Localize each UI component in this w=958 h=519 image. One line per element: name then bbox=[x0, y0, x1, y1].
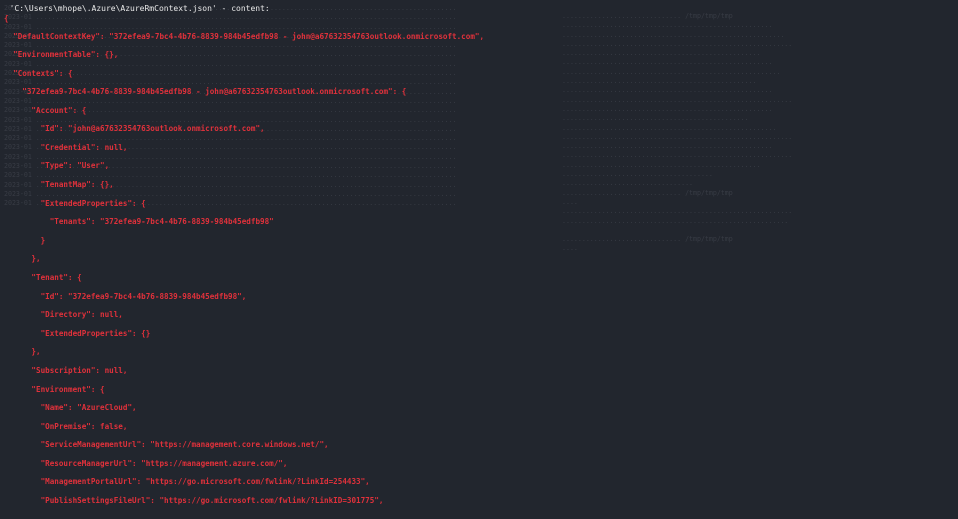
json-line: { bbox=[4, 14, 9, 23]
json-line: "Environment": { bbox=[4, 385, 105, 394]
json-line: "372efea9-7bc4-4b76-8839-984b45edfb98 - … bbox=[4, 87, 407, 96]
json-line: "ResourceManagerUrl": "https://managemen… bbox=[4, 459, 288, 468]
json-line: "Account": { bbox=[4, 106, 87, 115]
json-line: "DefaultContextKey": "372efea9-7bc4-4b76… bbox=[4, 32, 485, 41]
json-line: "ExtendedProperties": { bbox=[4, 199, 146, 208]
json-line: "ManagementPortalUrl": "https://go.micro… bbox=[4, 477, 370, 486]
json-line: }, bbox=[4, 347, 41, 356]
json-line: "Tenants": "372efea9-7bc4-4b76-8839-984b… bbox=[4, 217, 274, 226]
json-line: "Name": "AzureCloud", bbox=[4, 403, 137, 412]
json-line: "EnvironmentTable": {}, bbox=[4, 50, 119, 59]
json-line: "Directory": null, bbox=[4, 310, 123, 319]
json-line: "OnPremise": false, bbox=[4, 422, 128, 431]
json-line: "ServiceManagementUrl": "https://managem… bbox=[4, 440, 329, 449]
json-line: "Contexts": { bbox=[4, 69, 73, 78]
json-line: "TenantMap": {}, bbox=[4, 180, 114, 189]
json-line: "PublishSettingsFileUrl": "https://go.mi… bbox=[4, 496, 384, 505]
terminal-output: 'C:\Users\mhope\.Azure\AzureRmContext.js… bbox=[0, 0, 958, 519]
json-line: "Type": "User", bbox=[4, 161, 110, 170]
json-line: "Id": "372efea9-7bc4-4b76-8839-984b45edf… bbox=[4, 292, 247, 301]
json-line: "Subscription": null, bbox=[4, 366, 128, 375]
json-line: "Tenant": { bbox=[4, 273, 82, 282]
json-line: "ExtendedProperties": {} bbox=[4, 329, 151, 338]
file-header-line: 'C:\Users\mhope\.Azure\AzureRmContext.js… bbox=[0, 4, 270, 13]
json-line: } bbox=[4, 236, 46, 245]
json-line: }, bbox=[4, 254, 41, 263]
json-line: "Credential": null, bbox=[4, 143, 128, 152]
json-line: "Id": "john@a67632354763outlook.onmicros… bbox=[4, 124, 265, 133]
